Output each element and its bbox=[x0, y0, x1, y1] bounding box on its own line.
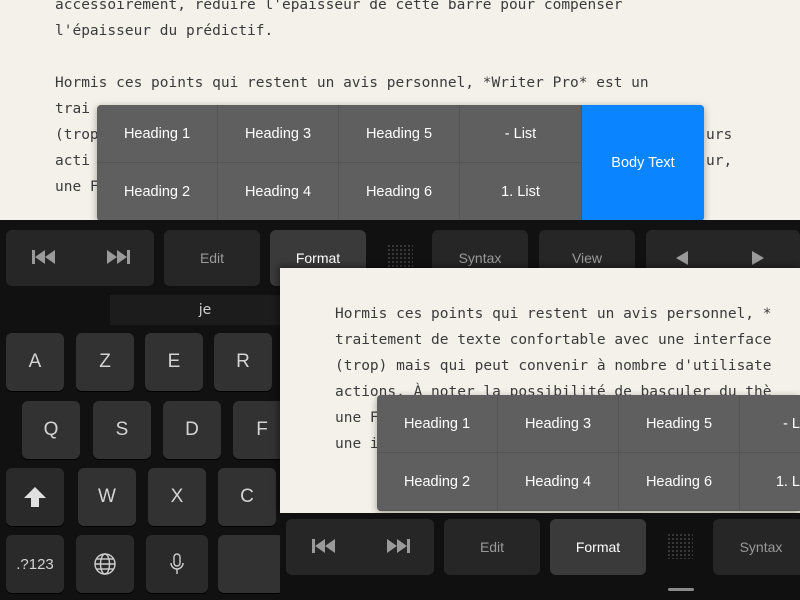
bullet-list-button[interactable]: - List bbox=[460, 105, 582, 163]
doc-line: l'épaisseur du prédictif. bbox=[55, 23, 274, 39]
key-s[interactable]: S bbox=[93, 401, 151, 459]
doc-line: accessoirement, réduire l'épaisseur de c… bbox=[55, 0, 623, 13]
home-indicator[interactable] bbox=[668, 588, 694, 591]
fast-forward-icon[interactable] bbox=[106, 249, 130, 265]
microphone-key[interactable] bbox=[146, 535, 208, 593]
heading-4-button[interactable]: Heading 4 bbox=[498, 453, 619, 511]
doc-line: traitement de texte confortable avec une… bbox=[335, 332, 772, 348]
cursor-nav-group bbox=[286, 519, 434, 575]
doc-line: une F bbox=[55, 179, 99, 195]
globe-key[interactable] bbox=[76, 535, 134, 593]
rewind-icon[interactable] bbox=[312, 538, 336, 554]
doc-line: une F bbox=[335, 410, 379, 426]
heading-1-button[interactable]: Heading 1 bbox=[377, 395, 498, 453]
doc-line: (trop) mais qui peut convenir à nombre d… bbox=[335, 358, 772, 374]
key-z[interactable]: Z bbox=[76, 333, 134, 391]
format-popup-front: Heading 1 Heading 3 Heading 5 - L Headin… bbox=[377, 395, 800, 511]
shift-icon bbox=[24, 487, 46, 507]
key-r[interactable]: R bbox=[214, 333, 272, 391]
doc-line-fragment: urs bbox=[706, 127, 733, 143]
shift-key[interactable] bbox=[6, 468, 64, 526]
heading-2-button[interactable]: Heading 2 bbox=[377, 453, 498, 511]
space-key[interactable] bbox=[218, 535, 284, 593]
toolbar-front: Edit Format Syntax bbox=[280, 513, 800, 600]
heading-5-button[interactable]: Heading 5 bbox=[339, 105, 460, 163]
rewind-icon[interactable] bbox=[32, 249, 56, 265]
doc-line: (trop bbox=[55, 127, 99, 143]
numbered-list-button[interactable]: 1. L bbox=[740, 453, 800, 511]
body-text-button[interactable]: Body Text bbox=[582, 105, 704, 221]
key-c[interactable]: C bbox=[218, 468, 276, 526]
edit-button[interactable]: Edit bbox=[164, 230, 260, 286]
doc-line: Hormis ces points qui restent un avis pe… bbox=[335, 306, 772, 322]
format-popup: Heading 1 Heading 3 Heading 5 - List Hea… bbox=[97, 105, 704, 221]
key-x[interactable]: X bbox=[148, 468, 206, 526]
key-e[interactable]: E bbox=[145, 333, 203, 391]
syntax-button[interactable]: Syntax bbox=[713, 519, 800, 575]
doc-line: Hormis ces points qui restent un avis pe… bbox=[55, 75, 649, 91]
numbers-key[interactable]: .?123 bbox=[6, 535, 64, 593]
arrow-right-icon[interactable] bbox=[752, 251, 764, 265]
cursor-nav-group bbox=[6, 230, 154, 286]
heading-3-button[interactable]: Heading 3 bbox=[498, 395, 619, 453]
fast-forward-icon[interactable] bbox=[386, 538, 410, 554]
heading-6-button[interactable]: Heading 6 bbox=[339, 163, 460, 221]
prediction-suggestion[interactable]: je bbox=[110, 295, 300, 325]
numbered-list-button[interactable]: 1. List bbox=[460, 163, 582, 221]
bullet-list-button[interactable]: - L bbox=[740, 395, 800, 453]
heading-2-button[interactable]: Heading 2 bbox=[97, 163, 218, 221]
key-d[interactable]: D bbox=[163, 401, 221, 459]
microphone-icon bbox=[170, 553, 184, 575]
doc-line-fragment: ur, bbox=[706, 153, 733, 169]
heading-4-button[interactable]: Heading 4 bbox=[218, 163, 339, 221]
arrow-left-icon[interactable] bbox=[676, 251, 688, 265]
edit-button[interactable]: Edit bbox=[444, 519, 540, 575]
doc-line: acti bbox=[55, 153, 90, 169]
heading-5-button[interactable]: Heading 5 bbox=[619, 395, 740, 453]
heading-6-button[interactable]: Heading 6 bbox=[619, 453, 740, 511]
format-button[interactable]: Format bbox=[550, 519, 646, 575]
grip-handle[interactable] bbox=[387, 244, 413, 270]
heading-1-button[interactable]: Heading 1 bbox=[97, 105, 218, 163]
grip-handle[interactable] bbox=[667, 533, 693, 559]
doc-line: trai bbox=[55, 101, 90, 117]
doc-line: une i bbox=[335, 436, 379, 452]
heading-3-button[interactable]: Heading 3 bbox=[218, 105, 339, 163]
globe-icon bbox=[94, 553, 116, 575]
key-w[interactable]: W bbox=[78, 468, 136, 526]
key-a[interactable]: A bbox=[6, 333, 64, 391]
key-q[interactable]: Q bbox=[22, 401, 80, 459]
